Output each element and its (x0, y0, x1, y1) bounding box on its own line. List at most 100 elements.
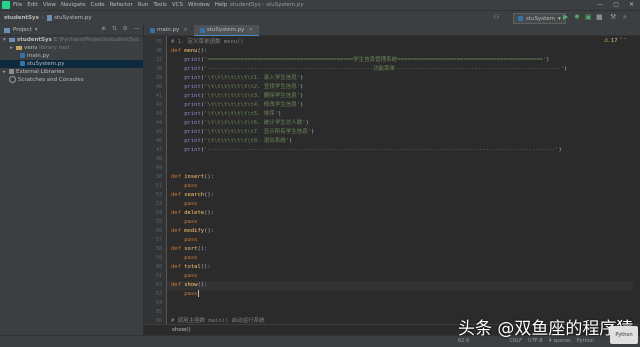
menu-navigate[interactable]: Navigate (61, 2, 86, 8)
code-line: pass (184, 201, 198, 207)
project-panel-title[interactable]: Project (13, 27, 32, 33)
code-line: # 1. 定义菜单函数 menu() (171, 39, 244, 45)
line-number: 41 (155, 93, 162, 99)
tree-item-studentsys[interactable]: ▾ studentSys E:\PycharmProjects\studentSy… (0, 36, 143, 44)
tab-stusystem-py[interactable]: stuSystem.py × (193, 25, 259, 36)
code-line: print('\t\t\t\t\t\t\t7. 显示所有学生信息') (184, 129, 315, 135)
code-line: print('\t\t\t\t\t\t\t0. 退出系统') (184, 138, 293, 144)
breadcrumb[interactable]: show() (172, 327, 191, 333)
code-line: pass (184, 255, 198, 261)
search-icon[interactable]: ⌕ (623, 14, 627, 21)
code-line: pass (184, 183, 198, 189)
scratches-icon (9, 76, 16, 83)
line-number: 57 (155, 237, 162, 243)
code-line: pass (184, 237, 198, 243)
navigation-bar: studentSys › stuSystem.py ⚇ stuSystem ▾ … (0, 10, 640, 26)
code-line: def delete(): (171, 210, 215, 216)
menu-tools[interactable]: Tools (153, 2, 167, 8)
tree-item-stusystem-py[interactable]: stuSystem.py (0, 60, 143, 68)
menu-file[interactable]: File (13, 2, 22, 8)
line-number: 58 (155, 246, 162, 252)
code-line: print('\t\t\t\t\t\t\t1. 录入学生信息') (184, 75, 304, 81)
stop-icon[interactable]: ■ (596, 14, 603, 21)
gear-icon[interactable]: ⚙ (123, 26, 128, 32)
menu-view[interactable]: View (43, 2, 56, 8)
code-line: def modify(): (171, 228, 215, 234)
tree-item-label: Scratches and Consoles (18, 77, 84, 83)
code-line: def total(): (171, 264, 211, 270)
warning-count: 17 (610, 38, 618, 44)
nav-file-crumb[interactable]: stuSystem.py (54, 15, 92, 21)
menu-refactor[interactable]: Refactor (110, 2, 133, 8)
line-number: 37 (155, 57, 162, 63)
editor-scrollbar[interactable] (634, 36, 640, 324)
coverage-icon[interactable]: ▣ (585, 14, 592, 21)
debug-icon[interactable]: ✹ (574, 14, 580, 21)
run-config-select[interactable]: stuSystem ▾ (513, 13, 566, 24)
chevron-down-icon[interactable]: ˅ (624, 38, 627, 44)
menu-run[interactable]: Run (138, 2, 149, 8)
tree-item-external-libraries[interactable]: ▸ External Libraries (0, 68, 143, 76)
menu-edit[interactable]: Edit (27, 2, 38, 8)
line-number: 39 (155, 75, 162, 81)
inspection-widget[interactable]: ⚠ 17 ˄ ˅ (604, 38, 627, 44)
project-panel-header: Project ▾ ⊕ ⇅ ⚙ — (0, 25, 143, 36)
python-run-icon (518, 16, 523, 21)
line-number-gutter: 35 36 37 38 39 40 41 42 43 44 45 46 47 48 49 50 51 52 53 54… (144, 36, 167, 333)
code-editor[interactable]: # 1. 定义菜单函数 menu() def menu(): print('===… (167, 36, 633, 324)
tree-item-scratches[interactable]: Scratches and Consoles (0, 76, 143, 84)
line-number: 63 (155, 291, 162, 297)
collapse-icon[interactable]: ⇅ (112, 26, 117, 32)
line-number: 43 (155, 111, 162, 117)
chevron-down-icon[interactable]: ▾ (35, 27, 38, 33)
menu-code[interactable]: Code (91, 2, 105, 8)
line-number: 44 (155, 120, 162, 126)
code-line: def menu(): (171, 48, 208, 54)
maximize-button[interactable]: ▢ (613, 1, 619, 8)
nav-project-crumb[interactable]: studentSys (4, 15, 39, 21)
line-number: 62 (155, 282, 162, 288)
tree-item-path: library root (39, 45, 70, 51)
python-file-icon (20, 61, 25, 66)
tree-item-main-py[interactable]: main.py (0, 52, 143, 60)
tree-item-venv[interactable]: ▸ venv library root (0, 44, 143, 52)
folder-icon (16, 45, 22, 50)
minimize-button[interactable]: — (597, 1, 603, 8)
menu-bar: File Edit View Navigate Code Refactor Ru… (0, 0, 640, 10)
window-controls: — ▢ ✕ (597, 1, 634, 8)
close-window-button[interactable]: ✕ (629, 1, 634, 8)
line-number: 55 (155, 219, 162, 225)
code-line: def sort(): (171, 246, 208, 252)
code-line: def insert(): (171, 174, 215, 180)
menu-window[interactable]: Window (188, 2, 210, 8)
chevron-up-icon[interactable]: ˄ (619, 38, 622, 44)
locate-icon[interactable]: ⊕ (101, 26, 106, 32)
run-config-label: stuSystem (526, 15, 556, 22)
tab-main-py[interactable]: main.py × (144, 25, 194, 35)
code-line: print('\t\t\t\t\t\t\t3. 删除学生信息') (184, 93, 304, 99)
code-line: print('\t\t\t\t\t\t\t2. 查找学生信息') (184, 84, 304, 90)
close-icon[interactable]: × (183, 27, 188, 33)
line-number: 40 (155, 84, 162, 90)
line-number: 52 (155, 192, 162, 198)
tab-label: main.py (157, 27, 180, 33)
run-icon[interactable]: ▶ (563, 14, 568, 21)
code-line: print('\t\t\t\t\t\t\t5. 排序') (184, 111, 282, 117)
code-line: pass (184, 273, 198, 279)
chevron-right-icon: › (41, 15, 45, 21)
line-number: 42 (155, 102, 162, 108)
code-line: print('=================================… (184, 57, 550, 63)
line-number: 35 (155, 39, 162, 45)
code-line: print('\t\t\t\t\t\t\t6. 统计学生总人数') (184, 120, 309, 126)
close-icon[interactable]: × (248, 27, 253, 33)
menu-help[interactable]: Help (215, 2, 228, 8)
settings-icon[interactable]: ⚒ (610, 14, 616, 21)
tree-item-label: stuSystem.py (27, 61, 65, 67)
code-line: # 调用主函数 main() 启动运行系统 (171, 318, 265, 324)
hide-icon[interactable]: — (134, 26, 140, 32)
menu-vcs[interactable]: VCS (172, 2, 183, 8)
line-number: 64 (155, 300, 162, 306)
line-number: 60 (155, 264, 162, 270)
watermark-text: 头条 @双鱼座的程序猿 (458, 319, 634, 339)
user-icon[interactable]: ⚇ (493, 14, 499, 21)
